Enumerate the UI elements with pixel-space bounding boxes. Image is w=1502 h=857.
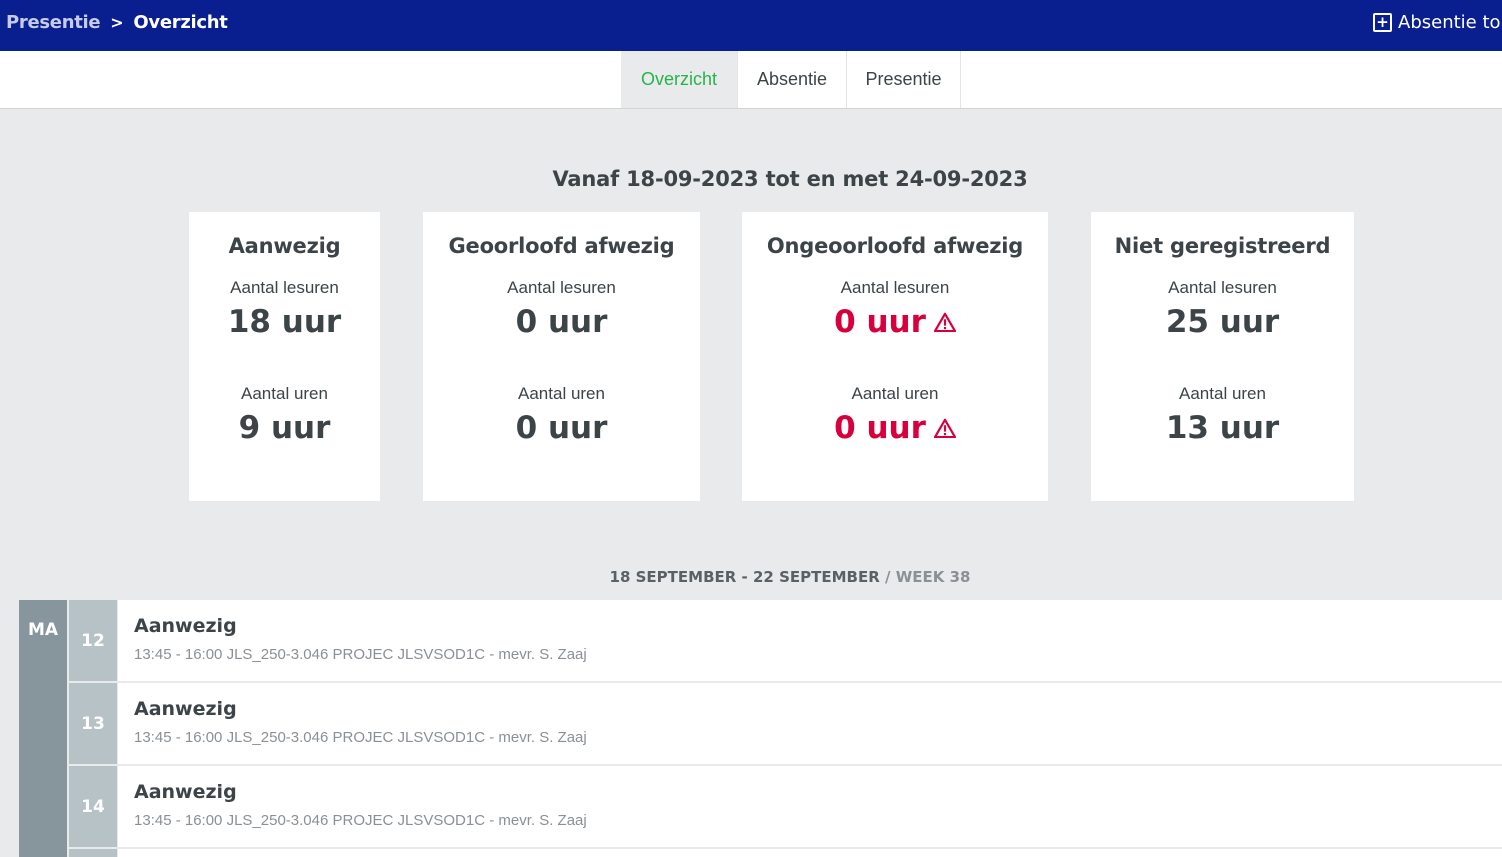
breadcrumb-presentie[interactable]: Presentie [6, 12, 101, 33]
add-absentie-button[interactable]: + Absentie to [1373, 10, 1501, 34]
card-value-lesuren: 25 uur [1091, 304, 1354, 340]
lesson-status: Aanwezig [134, 615, 237, 637]
card-title: Niet geregistreerd [1114, 234, 1331, 258]
week-header: 18 SEPTEMBER - 22 SEPTEMBER / WEEK 38 [0, 568, 1502, 586]
lesson-row[interactable]: Aanwezig 13:45 - 16:00 JLS_250-3.046 PRO… [118, 766, 1502, 847]
warning-icon [933, 418, 956, 438]
card-value-uren: 0 uur [423, 410, 700, 446]
card-niet-geregistreerd: Niet geregistreerd Aantal lesuren 25 uur… [1091, 212, 1354, 501]
card-label-lesuren: Aantal lesuren [840, 278, 950, 297]
add-absentie-label: Absentie to [1398, 11, 1501, 33]
top-bar: Presentie > Overzicht + Absentie to [0, 0, 1502, 51]
tab-bar: Overzicht Absentie Presentie [0, 51, 1502, 109]
card-value-uren: 9 uur [189, 410, 380, 446]
lesson-row[interactable]: Aanwezig 13:45 - 16:00 JLS_250-3.046 PRO… [118, 683, 1502, 764]
card-value-lesuren: 18 uur [189, 304, 380, 340]
card-title: Geoorloofd afwezig [448, 234, 675, 258]
card-aanwezig: Aanwezig Aantal lesuren 18 uur Aantal ur… [189, 212, 380, 501]
card-geoorloofd-afwezig: Geoorloofd afwezig Aantal lesuren 0 uur … [423, 212, 700, 501]
breadcrumb: Presentie > Overzicht [6, 10, 228, 34]
lesson-details: 13:45 - 16:00 JLS_250-3.046 PROJEC JLSVS… [134, 729, 587, 746]
lesson-status: Aanwezig [134, 698, 237, 720]
lesson-row-partial [118, 849, 1502, 857]
card-label-uren: Aantal uren [241, 384, 328, 403]
lesson-details: 13:45 - 16:00 JLS_250-3.046 PROJEC JLSVS… [134, 812, 587, 829]
card-title: Ongeoorloofd afwezig [766, 234, 1024, 258]
week-range: 18 SEPTEMBER - 22 SEPTEMBER [609, 568, 880, 586]
card-title: Aanwezig [228, 234, 341, 258]
tab-overzicht[interactable]: Overzicht [621, 51, 738, 108]
card-value-uren: 0 uur [742, 410, 1048, 446]
value-text: 0 uur [834, 304, 926, 340]
lesson-details: 13:45 - 16:00 JLS_250-3.046 PROJEC JLSVS… [134, 646, 587, 663]
tabs: Overzicht Absentie Presentie [621, 51, 961, 108]
value-text: 0 uur [834, 410, 926, 446]
plus-square-icon: + [1373, 12, 1392, 32]
value-text: 9 uur [238, 410, 331, 446]
hour-cell: 13 [69, 683, 117, 764]
lesson-status: Aanwezig [134, 781, 237, 803]
hour-cell: 14 [69, 766, 117, 847]
card-value-lesuren: 0 uur [742, 304, 1048, 340]
week-divider: / [879, 568, 896, 586]
card-ongeoorloofd-afwezig: Ongeoorloofd afwezig Aantal lesuren 0 uu… [742, 212, 1048, 501]
hour-cell: 12 [69, 600, 117, 681]
card-label-uren: Aantal uren [851, 384, 939, 403]
breadcrumb-overzicht: Overzicht [133, 11, 228, 33]
value-text: 18 uur [227, 304, 342, 340]
lesson-row[interactable]: Aanwezig 13:45 - 16:00 JLS_250-3.046 PRO… [118, 600, 1502, 681]
card-label-lesuren: Aantal lesuren [1168, 278, 1277, 297]
card-label-uren: Aantal uren [1179, 384, 1266, 403]
card-label-lesuren: Aantal lesuren [230, 278, 339, 297]
date-range-title: Vanaf 18-09-2023 tot en met 24-09-2023 [552, 167, 1028, 191]
warning-icon [933, 312, 956, 332]
card-value-lesuren: 0 uur [423, 304, 700, 340]
value-text: 25 uur [1165, 304, 1280, 340]
tab-absentie[interactable]: Absentie [738, 51, 847, 108]
day-column: MA [19, 600, 67, 857]
tab-presentie[interactable]: Presentie [847, 51, 961, 108]
card-label-lesuren: Aantal lesuren [507, 278, 616, 297]
value-text: 13 uur [1165, 410, 1280, 446]
card-label-uren: Aantal uren [518, 384, 605, 403]
card-value-uren: 13 uur [1091, 410, 1354, 446]
chevron-right-icon: > [110, 12, 124, 32]
week-number: WEEK 38 [895, 568, 971, 586]
value-text: 0 uur [515, 304, 608, 340]
hour-cell-partial [69, 849, 117, 857]
value-text: 0 uur [515, 410, 608, 446]
